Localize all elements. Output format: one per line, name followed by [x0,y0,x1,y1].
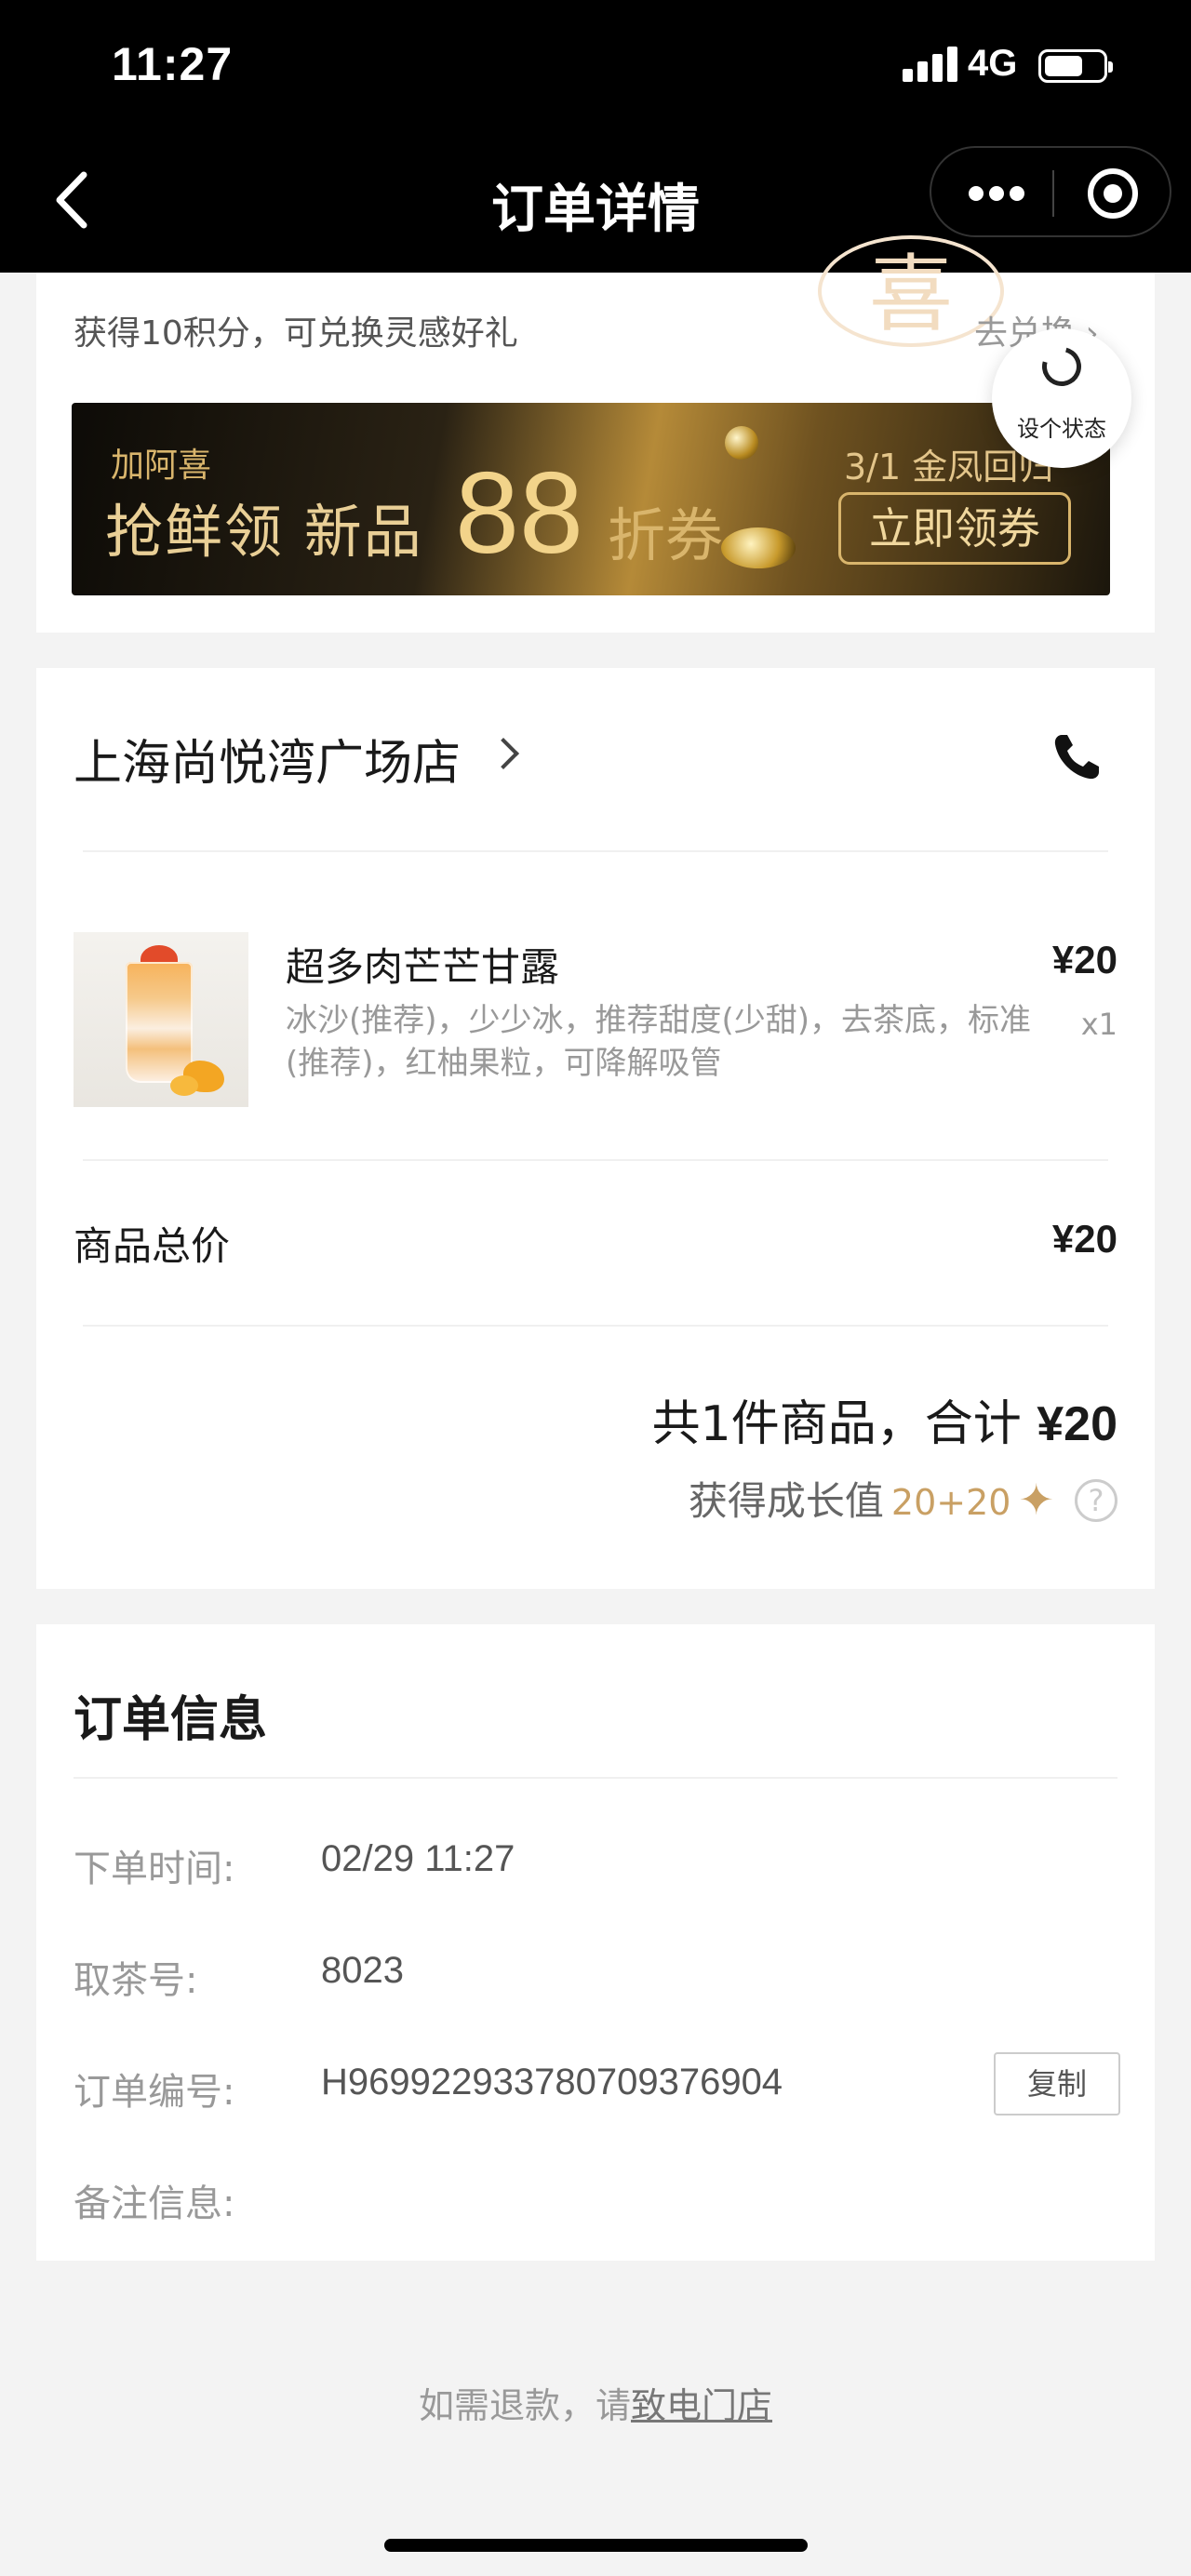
copy-button[interactable]: 复制 [994,2052,1120,2116]
order-total: 共1件商品，合计 ¥20 [652,1384,1117,1454]
growth-label: 获得成长值 [688,1478,884,1524]
points-text: 获得10积分，可兑换灵感好礼 [74,314,518,353]
banner-suffix: 折券 [608,501,724,569]
info-label-pickup-number: 取茶号: [74,1959,198,2002]
info-label-order-time: 下单时间: [74,1848,235,1890]
banner-headline: 抢鲜领 新品 [105,498,423,566]
help-icon[interactable]: ? [1075,1479,1117,1522]
set-status-label: 设个状态 [1017,416,1106,442]
divider [83,1159,1108,1161]
refund-prefix: 如需退款，请 [418,2385,631,2426]
product-quantity: x1 [1080,1007,1117,1042]
info-label-remarks: 备注信息: [74,2182,235,2225]
info-label-order-number: 订单编号: [74,2071,235,2114]
capsule-divider [1052,170,1054,217]
status-time: 11:27 [112,38,234,90]
more-dots-icon[interactable] [969,182,1024,205]
promo-banner[interactable]: 加阿喜 抢鲜领 新品 88 折券 3/1 金凤回归 立即领券 [72,403,1110,595]
banner-brand: 加阿喜 [111,447,212,485]
set-status-button[interactable]: 设个状态 [992,328,1131,468]
refund-note: 如需退款，请致电门店 [0,2377,1191,2428]
total-prefix: 共1件商品，合计 [651,1396,1022,1452]
info-value-order-number: H969922933780709376904 [321,2062,783,2102]
divider [74,1777,1117,1779]
phone-icon[interactable] [1049,729,1104,785]
mini-program-capsule [930,146,1171,237]
droplet-decoration [721,527,796,568]
product-image [74,932,248,1107]
banner-number: 88 [455,449,583,578]
product-price: ¥20 [1051,938,1117,981]
chevron-right-icon[interactable] [488,738,519,769]
battery-icon [1038,49,1113,83]
store-name-link[interactable]: 上海尚悦湾广场店 [74,724,461,794]
home-indicator[interactable] [384,2539,808,2552]
growth-value-row: 获得成长值 20+20 ✦? [689,1470,1117,1526]
sparkle-icon: ✦ [1018,1475,1054,1525]
refresh-ring-icon [1035,340,1089,394]
signal-icon [903,45,958,82]
target-icon[interactable] [1088,168,1138,219]
top-bar: 11:27 4G 订单详情 [0,0,1191,273]
info-value-pickup-number: 8023 [321,1950,404,1991]
product-name: 超多肉芒芒甘露 [286,944,560,990]
subtotal-value: ¥20 [1051,1217,1117,1261]
info-value-order-time: 02/29 11:27 [321,1838,515,1879]
network-label: 4G [968,43,1018,84]
total-amount: ¥20 [1037,1397,1117,1451]
order-info-card: 订单信息 下单时间: 02/29 11:27 取茶号: 8023 订单编号: H… [36,1624,1155,2261]
section-title: 订单信息 [74,1692,268,1748]
rewards-card: 喜 获得10积分，可兑换灵感好礼 去兑换 › 加阿喜 抢鲜领 新品 88 折券 … [36,235,1155,633]
droplet-decoration [725,426,758,460]
product-options: 冰沙(推荐)，少少冰，推荐甜度(少甜)，去茶底，标准(推荐)，红柚果粒，可降解吸… [286,1002,1032,1082]
claim-coupon-button[interactable]: 立即领券 [838,492,1071,565]
call-store-link[interactable]: 致电门店 [631,2385,772,2426]
subtotal-label: 商品总价 [74,1223,231,1269]
divider [83,850,1108,852]
divider [83,1325,1108,1327]
growth-value: 20+20 [890,1482,1011,1523]
order-card: 上海尚悦湾广场店 超多肉芒芒甘露 ¥20 冰沙(推荐)，少少冰，推荐甜度(少甜)… [36,668,1155,1589]
